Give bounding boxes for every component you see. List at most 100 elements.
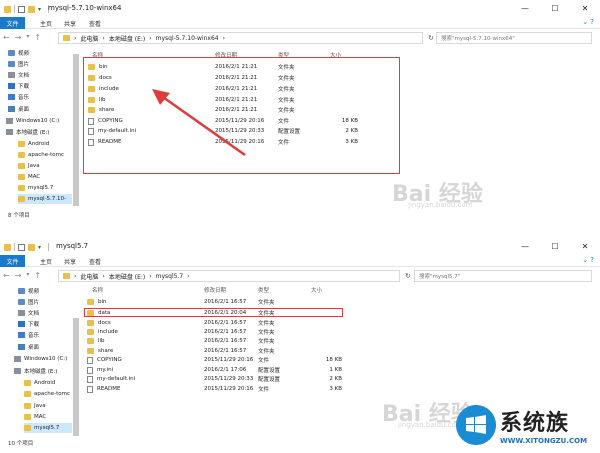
sidebar-item-documents[interactable]: 文档 [18, 308, 39, 318]
sidebar-item-downloads[interactable]: 下载 [8, 81, 29, 91]
sidebar-item-android[interactable]: Android [18, 139, 49, 149]
folder-icon [18, 196, 25, 202]
sidebar-item-drive-c[interactable]: Windows10 (C:) [14, 354, 67, 364]
breadcrumb-item[interactable]: 此电脑 [80, 34, 98, 43]
help-icon[interactable]: ⌄ ? [582, 256, 594, 264]
new-folder-icon[interactable] [28, 5, 35, 13]
refresh-icon[interactable]: ↻ [428, 34, 434, 42]
recent-dropdown-icon[interactable]: ▾ [26, 33, 29, 42]
arrow-line [159, 93, 246, 157]
sidebar-item-java[interactable]: Java [18, 161, 40, 171]
customize-toolbar-icon[interactable]: ▾ [38, 6, 45, 13]
file-row[interactable]: README [87, 384, 121, 394]
desktop-icon [8, 106, 15, 112]
back-icon[interactable]: ← [3, 33, 10, 42]
sidebar-item-pictures[interactable]: 图片 [18, 297, 39, 307]
tab-file[interactable]: 文件 [0, 255, 25, 267]
sidebar-item-documents[interactable]: 文档 [8, 70, 29, 80]
breadcrumb-item[interactable]: 本地磁盘 (E:) [109, 272, 145, 281]
address-row: ← → ▾ ↑ › 此电脑 › 本地磁盘 (E:) › mysql5.7 › ↻… [0, 268, 600, 284]
close-button[interactable]: ✕ [570, 238, 600, 255]
maximize-button[interactable]: ☐ [540, 0, 570, 17]
sidebar-item-mysql57[interactable]: mysql5.7 [24, 423, 72, 433]
breadcrumb-item[interactable]: mysql-5.7.10-winx64 [156, 35, 219, 42]
folder-icon [24, 403, 31, 409]
folder-icon [18, 163, 25, 169]
file-size: 3 KB [329, 386, 342, 392]
site-logo: 系统族 WWW.XITONGZU.COM [452, 397, 600, 453]
drive-icon [6, 129, 13, 135]
sidebar-item-mysql57[interactable]: mysql5.7 [18, 183, 53, 193]
recent-dropdown-icon[interactable]: ▾ [26, 271, 29, 280]
properties-icon[interactable] [18, 5, 25, 13]
tab-view[interactable]: 查看 [89, 19, 101, 28]
up-icon[interactable]: ↑ [34, 271, 41, 280]
sidebar-item-drive-e[interactable]: 本地磁盘 (E:) [14, 366, 57, 376]
tab-share[interactable]: 共享 [64, 257, 76, 266]
column-name[interactable]: 名称 [92, 286, 103, 294]
sidebar-item-desktop[interactable]: 桌面 [8, 104, 29, 114]
help-icon[interactable]: ⌄ ? [582, 18, 594, 26]
address-bar[interactable]: › 此电脑 › 本地磁盘 (E:) › mysql5.7 › [58, 270, 400, 282]
tab-file[interactable]: 文件 [0, 17, 25, 29]
column-date[interactable]: 修改日期 [204, 286, 226, 294]
sidebar-item-music[interactable]: 音乐 [8, 92, 29, 102]
picture-icon [8, 61, 15, 67]
tab-share[interactable]: 共享 [64, 19, 76, 28]
minimize-button[interactable]: — [510, 0, 540, 17]
breadcrumb-item[interactable]: mysql5.7 [156, 273, 184, 280]
breadcrumb-item[interactable]: 本地磁盘 (E:) [109, 34, 145, 43]
refresh-icon[interactable]: ↻ [405, 272, 411, 280]
file-icon [87, 356, 93, 364]
sidebar-item-apache[interactable]: apache-tomc [18, 150, 64, 160]
forward-icon[interactable]: → [15, 271, 22, 280]
sidebar-scrollbar[interactable] [73, 54, 79, 206]
file-date: 2015/11/29 20:33 [204, 376, 254, 382]
file-row[interactable]: bin [87, 297, 107, 307]
sidebar-item-desktop[interactable]: 桌面 [18, 342, 39, 352]
sidebar-item-downloads[interactable]: 下载 [18, 319, 39, 329]
forward-icon[interactable]: → [15, 33, 22, 42]
sidebar-item-videos[interactable]: 视频 [8, 48, 29, 58]
explorer-window-2: ▾ mysql5.7 — ☐ ✕ 文件 主页 共享 查看 ⌄ ? ← → ▾ ↑… [0, 238, 600, 453]
sidebar-item-mac[interactable]: MAC [18, 172, 40, 182]
sidebar-item-drive-c[interactable]: Windows10 (C:) [6, 116, 59, 126]
minimize-button[interactable]: — [510, 238, 540, 255]
sidebar-item-pictures[interactable]: 图片 [8, 59, 29, 69]
file-row[interactable]: COPYING [87, 355, 122, 365]
sidebar-item-music[interactable]: 音乐 [18, 330, 39, 340]
quick-access-toolbar: ▾ [4, 243, 49, 251]
drive-icon [14, 356, 21, 362]
tab-home[interactable]: 主页 [40, 257, 52, 266]
column-size[interactable]: 大小 [311, 286, 322, 294]
customize-toolbar-icon[interactable]: ▾ [38, 244, 45, 251]
tab-view[interactable]: 查看 [89, 257, 101, 266]
file-row[interactable]: my-default.ini [87, 374, 135, 384]
folder-icon [24, 425, 31, 431]
sidebar-item-mac[interactable]: MAC [24, 412, 46, 422]
music-icon [18, 332, 25, 338]
sidebar-item-drive-e[interactable]: 本地磁盘 (E:) [6, 127, 49, 137]
column-type[interactable]: 类型 [258, 286, 269, 294]
file-row[interactable]: lib [87, 336, 105, 346]
breadcrumb-item[interactable]: 此电脑 [80, 272, 98, 281]
logo-name: 系统族 [500, 411, 570, 436]
back-icon[interactable]: ← [3, 271, 10, 280]
search-input[interactable]: 搜索"mysql-5.7.10-winx64" [436, 32, 592, 44]
sidebar-scrollbar[interactable] [73, 318, 79, 436]
sidebar-item-videos[interactable]: 视频 [18, 286, 39, 296]
up-icon[interactable]: ↑ [34, 33, 41, 42]
sidebar-item-mysql-5710[interactable]: mysql-5.7.10- [18, 194, 72, 204]
sidebar-item-android[interactable]: Android [24, 378, 55, 388]
nav-buttons: ← → ▾ ↑ [3, 33, 41, 42]
new-folder-icon[interactable] [28, 243, 35, 251]
close-button[interactable]: ✕ [570, 0, 600, 17]
search-input[interactable]: 搜索"mysql5.7" [414, 270, 592, 282]
properties-icon[interactable] [18, 243, 25, 251]
address-bar[interactable]: › 此电脑 › 本地磁盘 (E:) › mysql-5.7.10-winx64 … [58, 32, 423, 44]
tab-home[interactable]: 主页 [40, 19, 52, 28]
folder-icon [24, 380, 31, 386]
sidebar-item-java[interactable]: Java [24, 401, 46, 411]
sidebar-item-apache[interactable]: apache-tomc [24, 389, 70, 399]
maximize-button[interactable]: ☐ [540, 238, 570, 255]
